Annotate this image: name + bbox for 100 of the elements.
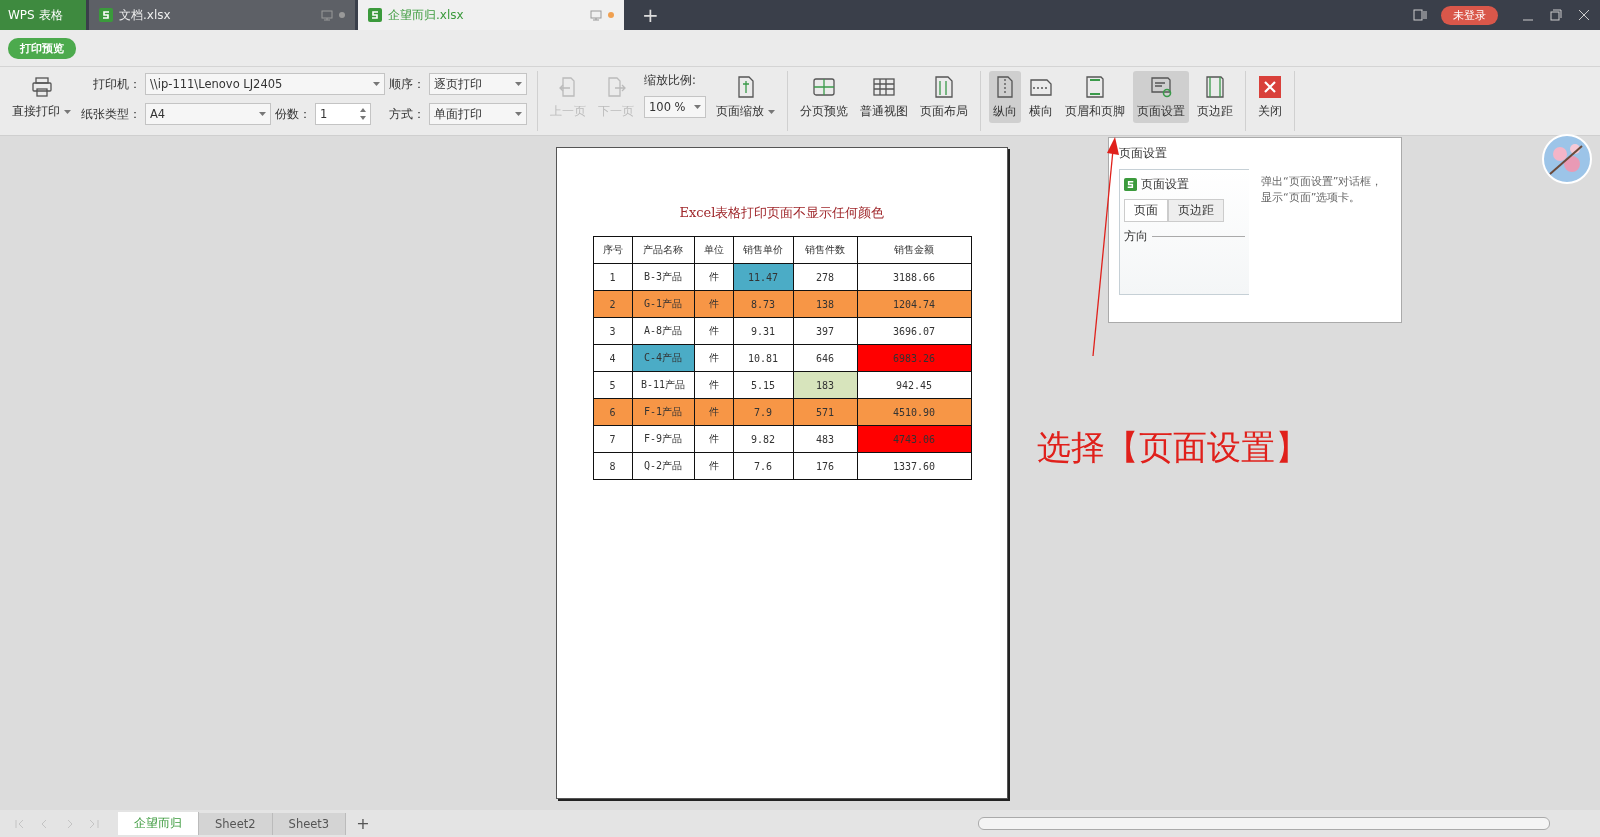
table-cell: 10.81 [733, 344, 793, 372]
add-sheet-button[interactable]: + [346, 814, 380, 833]
field-label: 份数： [275, 106, 311, 122]
sheet-tab[interactable]: Sheet2 [199, 812, 273, 835]
zoom-select[interactable]: 100 % [644, 96, 706, 118]
field-label: 方式： [389, 106, 425, 122]
table-cell: 件 [694, 371, 733, 399]
login-badge[interactable]: 未登录 [1441, 5, 1498, 25]
page-tool-button[interactable]: 纵向 [989, 71, 1021, 123]
avatar-icon[interactable] [1542, 134, 1592, 184]
field-label: 打印机： [92, 76, 141, 92]
zoom-label: 缩放比例: [644, 73, 697, 88]
table-cell: 138 [793, 290, 857, 318]
caret-icon [768, 109, 775, 114]
table-cell: 3188.66 [857, 263, 971, 291]
annotation-text: 选择【页面设置】 [1037, 426, 1309, 469]
table-cell: 件 [694, 425, 733, 453]
caret-icon [259, 112, 266, 116]
table-cell: 7 [593, 425, 632, 453]
column-header: 产品名称 [632, 236, 694, 264]
sheet-tab[interactable]: Sheet3 [272, 812, 347, 835]
table-cell: 8.73 [733, 290, 793, 318]
caret-icon [515, 82, 522, 86]
close-button[interactable]: 关闭 [1254, 71, 1286, 123]
page-layout-icon [932, 75, 956, 99]
page-gear-icon [1149, 75, 1173, 99]
page-scale-button[interactable]: 页面缩放 [712, 71, 779, 123]
order-select[interactable]: 逐页打印 [429, 73, 527, 95]
horizontal-scrollbar[interactable] [978, 817, 1550, 830]
table-cell: 571 [793, 398, 857, 426]
table-cell: 9.82 [733, 425, 793, 453]
restore-icon[interactable] [1550, 9, 1562, 21]
view-button[interactable]: 分页预览 [796, 71, 852, 123]
new-tab-button[interactable]: + [624, 0, 677, 30]
table-cell: 件 [694, 452, 733, 480]
table-cell: F-1产品 [632, 398, 694, 426]
table-cell: 4510.90 [857, 398, 971, 426]
table-cell: Q-2产品 [632, 452, 694, 480]
spinner-arrows-icon [360, 108, 366, 120]
grid-icon [872, 75, 896, 99]
monitor-icon [321, 9, 333, 21]
tooltip-title: 页面设置 [1119, 146, 1168, 161]
table-cell: 件 [694, 317, 733, 345]
table-cell: 5 [593, 371, 632, 399]
app-label: WPS 表格 [0, 0, 86, 30]
table-cell: 646 [793, 344, 857, 372]
table-cell: A-8产品 [632, 317, 694, 345]
printer-icon [29, 75, 54, 99]
close-icon[interactable] [1578, 9, 1590, 21]
page-tool-button[interactable]: 页面设置 [1133, 71, 1189, 123]
table-cell: 1204.74 [857, 290, 971, 318]
sheet-file-icon [99, 8, 113, 22]
sheet-file-icon [368, 8, 382, 22]
printer-select[interactable]: \\ip-111\Lenovo LJ2405 [145, 73, 385, 95]
column-header: 销售金额 [857, 236, 971, 264]
copies-spinner[interactable]: 1 [315, 103, 371, 125]
table-cell: 件 [694, 263, 733, 291]
table-cell: 397 [793, 317, 857, 345]
table-cell: B-11产品 [632, 371, 694, 399]
page-tool-button[interactable]: 横向 [1025, 71, 1057, 123]
page-title: Excel表格打印页面不显示任何颜色 [679, 204, 885, 222]
view-button[interactable]: 普通视图 [856, 71, 912, 123]
sheet-tab[interactable]: 企望而归 [118, 812, 199, 835]
table-cell: 3 [593, 317, 632, 345]
document-tab[interactable]: 文档.xlsx [89, 0, 355, 30]
dialog-title: 页面设置 [1141, 176, 1189, 193]
view-button[interactable]: 页面布局 [916, 71, 972, 123]
mode-select[interactable]: 单面打印 [429, 103, 527, 125]
table-cell: 件 [694, 398, 733, 426]
header-footer-icon [1083, 75, 1107, 99]
column-header: 序号 [593, 236, 632, 264]
field-label: 纸张类型： [81, 106, 141, 122]
column-header: 销售件数 [793, 236, 857, 264]
column-header: 销售单价 [733, 236, 793, 264]
panel-icon[interactable] [1413, 9, 1427, 21]
tooltip-description: 弹出“页面设置”对话框，显示“页面”选项卡。 [1261, 174, 1384, 206]
table-cell: 4 [593, 344, 632, 372]
section-label: 方向 [1124, 228, 1148, 245]
table-cell: 7.6 [733, 452, 793, 480]
page-tool-button[interactable]: 页眉和页脚 [1061, 71, 1129, 123]
caret-icon [515, 112, 522, 116]
table-cell: 483 [793, 425, 857, 453]
table-cell: 3696.07 [857, 317, 971, 345]
monitor-icon [590, 9, 602, 21]
table-cell: 942.45 [857, 371, 971, 399]
caret-icon [694, 105, 701, 109]
field-label: 顺序： [389, 76, 425, 92]
table-cell: 7.9 [733, 398, 793, 426]
table-cell: 9.31 [733, 317, 793, 345]
page-break-icon [812, 75, 836, 99]
table-cell: 4743.06 [857, 425, 971, 453]
page-tool-button[interactable]: 页边距 [1193, 71, 1237, 123]
table-cell: 278 [793, 263, 857, 291]
print-button[interactable]: 直接打印 [8, 71, 75, 123]
paper-select[interactable]: A4 [145, 103, 271, 125]
dot-icon [608, 12, 614, 18]
table-cell: 1337.60 [857, 452, 971, 480]
table-cell: 5.15 [733, 371, 793, 399]
table-cell: F-9产品 [632, 425, 694, 453]
table-cell: 176 [793, 452, 857, 480]
